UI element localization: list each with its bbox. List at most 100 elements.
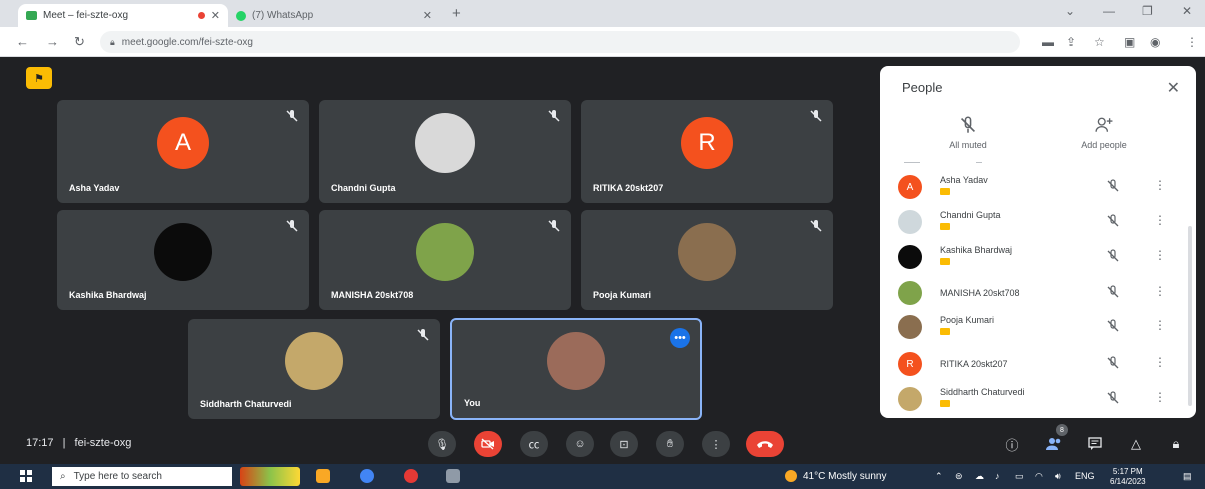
sidepanel-icon[interactable]: ▣ [1124, 35, 1135, 49]
camera-off-button[interactable] [474, 431, 502, 457]
host-controls-lock-icon[interactable]: 🔒︎ [1166, 434, 1186, 454]
activities-icon[interactable]: △ [1126, 434, 1146, 454]
forward-icon[interactable]: → [46, 34, 59, 49]
emoji-button[interactable]: ☺ [566, 431, 594, 457]
restore-icon[interactable]: ❐ [1142, 4, 1153, 18]
raise-hand-button[interactable]: ✋︎ [656, 431, 684, 457]
lock-icon: 🔒︎ [110, 36, 115, 47]
taskbar-banner-icon[interactable] [240, 467, 300, 486]
participant-row[interactable]: MANISHA 20skt708 ⋮ [898, 278, 1183, 308]
kebab-menu-icon[interactable]: ⋮ [1154, 390, 1166, 404]
new-tab-button[interactable]: + [452, 5, 461, 22]
more-options-button[interactable]: ⋮ [702, 431, 730, 457]
network-icon[interactable]: ⊜ [955, 471, 963, 482]
people-icon[interactable] [1044, 434, 1064, 454]
language-indicator[interactable]: ENG [1075, 471, 1095, 481]
participant-tile[interactable]: MANISHA 20skt708 [319, 210, 571, 310]
meet-control-bar: 17:17 | fei-szte-oxg 🎙︎ ㏄ ☺ ⊡ ✋︎ ⋮ ⓘ 8 △… [0, 424, 1205, 464]
tab-meet[interactable]: Meet – fei-szte-oxg ✕ [18, 4, 228, 27]
mic-off-icon[interactable] [1106, 319, 1120, 333]
close-tab-icon[interactable]: ✕ [423, 9, 432, 22]
cloud-icon[interactable]: ☁ [975, 471, 984, 482]
chevron-up-icon[interactable]: ⌃ [935, 471, 943, 482]
kebab-menu-icon[interactable]: ⋮ [1154, 318, 1166, 332]
mic-off-icon[interactable] [1106, 179, 1120, 193]
participant-row[interactable]: Chandni Gupta ⋮ [898, 207, 1183, 237]
host-badge-icon [940, 258, 950, 265]
participant-name: RITIKA 20skt207 [593, 183, 664, 193]
mic-off-icon[interactable] [1106, 285, 1120, 299]
file-explorer-icon[interactable] [316, 469, 330, 483]
participant-tile[interactable]: Kashika Bhardwaj [57, 210, 309, 310]
mic-off-icon[interactable] [1106, 249, 1120, 263]
participant-name: You [464, 398, 481, 408]
close-tab-icon[interactable]: ✕ [211, 9, 220, 22]
back-icon[interactable]: ← [16, 34, 29, 49]
chrome-icon[interactable] [360, 469, 374, 483]
chat-icon[interactable] [1085, 434, 1105, 454]
weather-widget[interactable]: 41°C Mostly sunny [785, 470, 886, 482]
mic-off-icon[interactable] [1106, 391, 1120, 405]
participant-tile[interactable]: Siddharth Chaturvedi [188, 319, 440, 419]
avatar [547, 332, 605, 391]
whatsapp-favicon-icon [236, 10, 246, 21]
participant-name: Pooja Kumari [940, 315, 995, 325]
close-window-icon[interactable]: ✕ [1182, 4, 1192, 18]
captions-button[interactable]: ㏄ [520, 431, 548, 457]
scrollbar[interactable] [1188, 226, 1192, 406]
kebab-menu-icon[interactable]: ⋮ [1154, 178, 1166, 192]
tile-options-button[interactable]: ••• [670, 328, 690, 348]
present-button[interactable]: ⊡ [610, 431, 638, 457]
kebab-menu-icon[interactable]: ⋮ [1154, 213, 1166, 227]
mic-off-icon[interactable] [1106, 214, 1120, 228]
kebab-menu-icon[interactable]: ⋮ [1154, 248, 1166, 262]
share-icon[interactable]: ⇪ [1066, 35, 1076, 49]
battery-icon[interactable]: ▭ [1015, 471, 1024, 482]
participant-tile[interactable]: R RITIKA 20skt207 [581, 100, 833, 203]
minimize-icon[interactable]: — [1103, 4, 1115, 18]
url-field[interactable]: 🔒︎ meet.google.com/fei-szte-oxg [100, 31, 1020, 53]
kebab-menu-icon[interactable]: ⋮ [1154, 284, 1166, 298]
taskbar-clock[interactable]: 5:17 PM 6/14/2023 [1110, 467, 1146, 487]
participant-row[interactable]: Siddharth Chaturvedi ⋮ [898, 384, 1183, 414]
host-controls-icon[interactable]: ⚑ [26, 67, 52, 89]
tab-whatsapp[interactable]: (7) WhatsApp ✕ [228, 4, 440, 27]
windows-start-icon[interactable] [20, 470, 32, 482]
opera-icon[interactable] [404, 469, 418, 483]
meeting-details-icon[interactable]: ⓘ [1002, 434, 1022, 454]
avatar [898, 245, 922, 269]
kebab-menu-icon[interactable]: ⋮ [1186, 35, 1198, 49]
participant-row[interactable]: Pooja Kumari ⋮ [898, 312, 1183, 342]
participant-row[interactable]: A Asha Yadav ⋮ [898, 172, 1183, 202]
profile-icon[interactable]: ◉ [1150, 35, 1160, 49]
add-people-label: Add people [1081, 140, 1127, 150]
clock-date: 6/14/2023 [1110, 477, 1146, 486]
mic-off-icon[interactable] [1106, 356, 1120, 370]
avatar [898, 387, 922, 411]
participant-row[interactable]: R RITIKA 20skt207 ⋮ [898, 349, 1183, 379]
camera-permission-icon[interactable]: ▬ [1042, 35, 1054, 49]
add-people-button[interactable]: Add people [1054, 116, 1154, 150]
taskbar-search-input[interactable]: ⌕ Type here to search [52, 467, 232, 486]
self-tile[interactable]: ••• You [450, 318, 702, 420]
notifications-icon[interactable]: ▤ [1183, 471, 1192, 482]
participant-tile[interactable]: Pooja Kumari [581, 210, 833, 310]
wifi-icon[interactable]: ◠ [1035, 471, 1043, 482]
kebab-menu-icon[interactable]: ⋮ [1154, 355, 1166, 369]
mute-all-button[interactable]: All muted [918, 116, 1018, 150]
add-person-icon [1095, 117, 1113, 132]
os-taskbar: ⌕ Type here to search 41°C Mostly sunny … [0, 464, 1205, 489]
reload-icon[interactable]: ↻ [74, 34, 85, 50]
close-icon[interactable]: ✕ [1167, 78, 1180, 98]
bookmark-star-icon[interactable]: ☆ [1094, 35, 1105, 49]
participant-tile[interactable]: Chandni Gupta [319, 100, 571, 203]
participant-name: Kashika Bhardwaj [940, 245, 1013, 255]
participant-row[interactable]: Kashika Bhardwaj ⋮ [898, 242, 1183, 272]
chevron-down-icon[interactable]: ⌄ [1065, 4, 1075, 18]
end-call-button[interactable] [746, 431, 784, 457]
active-chrome-icon[interactable] [446, 469, 460, 483]
volume-icon[interactable]: 🔊︎ [1055, 471, 1061, 482]
mic-tray-icon[interactable]: ♪ [995, 471, 1000, 481]
mic-button[interactable]: 🎙︎ [428, 431, 456, 457]
participant-tile[interactable]: A Asha Yadav [57, 100, 309, 203]
